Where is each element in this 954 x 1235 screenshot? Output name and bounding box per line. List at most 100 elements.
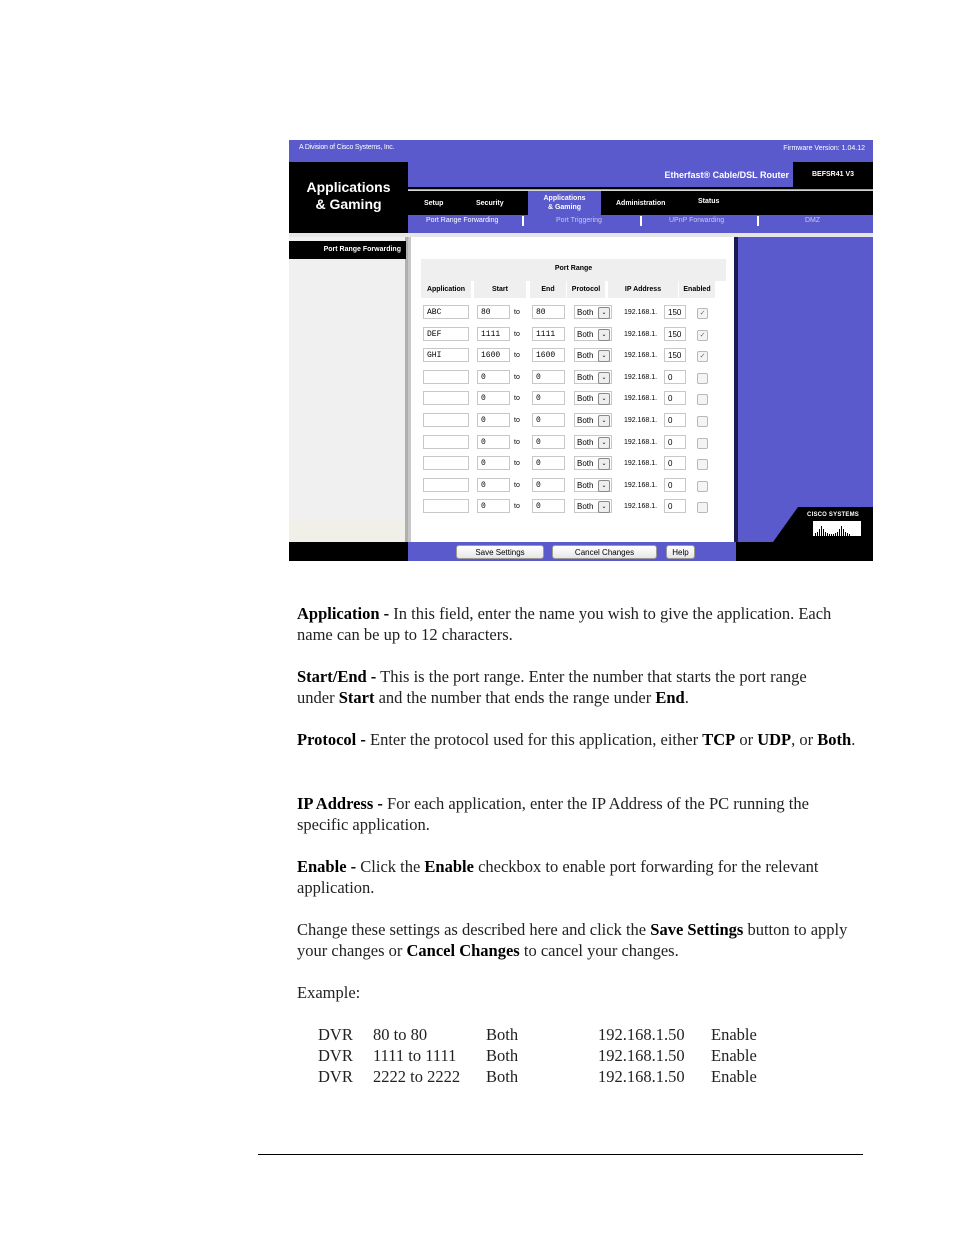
ip-last-octet-input[interactable]: 0 [664,477,686,492]
start-port-input[interactable]: 0 [477,391,510,406]
enabled-checkbox[interactable] [697,459,708,471]
application-name-input[interactable] [423,413,469,427]
tab-highlight-line [408,189,873,191]
cancel-changes-button[interactable]: Cancel Changes [552,545,657,559]
bold-cancel-changes: Cancel Changes [406,941,520,960]
tab-administration[interactable]: Administration [616,200,665,207]
ip-last-octet-input[interactable]: 150 [664,326,686,341]
left-nav-port-range-forwarding[interactable]: Port Range Forwarding [289,241,406,259]
enabled-checkbox[interactable] [697,437,708,449]
ip-last-octet-input[interactable]: 0 [664,434,686,449]
subtab-dmz[interactable]: DMZ [805,217,820,224]
enabled-checkbox[interactable]: ✓ [697,308,708,319]
ip-last-octet-input[interactable]: 0 [664,499,686,514]
protocol-select[interactable]: Both ⌄ [574,369,612,384]
example-name: DVR [318,1025,353,1044]
application-name-input[interactable] [423,499,469,514]
protocol-select[interactable]: Both ⌄ [574,499,612,514]
enabled-checkbox[interactable] [697,502,708,514]
enabled-checkbox[interactable] [697,480,708,492]
start-port-input[interactable]: 0 [477,369,510,384]
example-range: 2222 to 2222 [373,1067,461,1086]
start-port-input[interactable]: 0 [477,499,510,514]
end-port-input[interactable]: 0 [532,477,565,492]
desc-protocol: Protocol - Enter the protocol used for t… [297,729,867,750]
start-port-input[interactable]: 0 [477,434,510,449]
subtab-separator [640,216,642,226]
protocol-select[interactable]: Both ⌄ [574,348,612,363]
tab-setup[interactable]: Setup [424,200,443,207]
protocol-select[interactable]: Both ⌄ [574,326,612,341]
chevron-down-icon: ⌄ [598,458,610,471]
ip-last-octet-input[interactable]: 0 [664,391,686,406]
enabled-checkbox[interactable] [697,394,708,406]
example-name: DVR [318,1067,353,1086]
end-port-input[interactable]: 80 [532,305,565,319]
application-name-input[interactable] [423,391,469,406]
application-name-input[interactable] [423,369,469,384]
enabled-checkbox[interactable] [697,416,708,427]
term-application: Application - [297,604,390,623]
to-label: to [514,460,520,468]
ip-last-octet-input[interactable]: 150 [664,305,686,319]
start-port-input[interactable]: 0 [477,456,510,471]
end-port-input[interactable]: 1600 [532,348,565,363]
ip-last-octet-input[interactable]: 0 [664,413,686,427]
end-port-input[interactable]: 0 [532,391,565,406]
subtab-port-range-forwarding[interactable]: Port Range Forwarding [426,217,498,224]
ip-prefix: 192.168.1. [624,373,658,381]
start-port-input[interactable]: 0 [477,477,510,492]
content-panel: Port Range Application Start End Protocol IP… [408,237,734,542]
chevron-down-icon: ⌄ [598,415,610,427]
tab-security[interactable]: Security [476,200,504,207]
end-port-input[interactable]: 0 [532,413,565,427]
ip-last-octet-input[interactable]: 0 [664,456,686,471]
term-protocol: Protocol - [297,730,366,749]
subtab-separator [757,216,759,226]
protocol-select[interactable]: Both ⌄ [574,391,612,406]
application-name-input[interactable] [423,456,469,471]
end-port-input[interactable]: 0 [532,499,565,514]
start-port-input[interactable]: 0 [477,413,510,427]
start-port-input[interactable]: 1111 [477,326,510,341]
protocol-select[interactable]: Both ⌄ [574,434,612,449]
subtab-port-triggering[interactable]: Port Triggering [556,217,602,224]
protocol-select[interactable]: Both ⌄ [574,477,612,492]
save-settings-button[interactable]: Save Settings [456,545,544,559]
protocol-select[interactable]: Both ⌄ [574,305,612,319]
tab-status[interactable]: Status [698,198,719,205]
router-screenshot: A Division of Cisco Systems, Inc. Firmwa… [289,140,873,561]
enabled-checkbox[interactable] [697,372,708,384]
port-range-header: Port Range [421,259,726,281]
column-header-start: Start [474,281,526,298]
enabled-checkbox[interactable]: ✓ [697,351,708,363]
main-tabs: Setup Security Applications & Gaming Adm… [408,187,873,215]
application-name-input[interactable]: DEF [423,326,469,341]
protocol-select[interactable]: Both ⌄ [574,456,612,471]
chevron-down-icon: ⌄ [598,479,610,492]
ip-last-octet-input[interactable]: 150 [664,348,686,363]
protocol-value: Both [577,329,594,339]
protocol-select[interactable]: Both ⌄ [574,413,612,427]
column-header-ip-address: IP Address [608,281,678,298]
help-button[interactable]: Help [666,545,695,559]
tab-applications-gaming[interactable]: Applications & Gaming [528,191,601,215]
subtab-separator [522,216,524,226]
end-port-input[interactable]: 0 [532,369,565,384]
application-name-input[interactable] [423,434,469,449]
end-port-input[interactable]: 0 [532,434,565,449]
end-port-input[interactable]: 1111 [532,326,565,341]
product-name: Etherfast® Cable/DSL Router [664,170,790,180]
application-name-input[interactable]: GHI [423,348,469,363]
ip-last-octet-input[interactable]: 0 [664,369,686,384]
start-port-input[interactable]: 80 [477,305,510,319]
start-port-input[interactable]: 1600 [477,348,510,363]
to-label: to [514,309,520,316]
subtab-upnp-forwarding[interactable]: UPnP Forwarding [669,217,724,224]
end-port-input[interactable]: 0 [532,456,565,471]
desc-text: . [851,730,856,749]
enabled-checkbox[interactable]: ✓ [697,329,708,341]
desc-text: or [735,730,758,749]
application-name-input[interactable] [423,477,469,492]
application-name-input[interactable]: ABC [423,305,469,319]
